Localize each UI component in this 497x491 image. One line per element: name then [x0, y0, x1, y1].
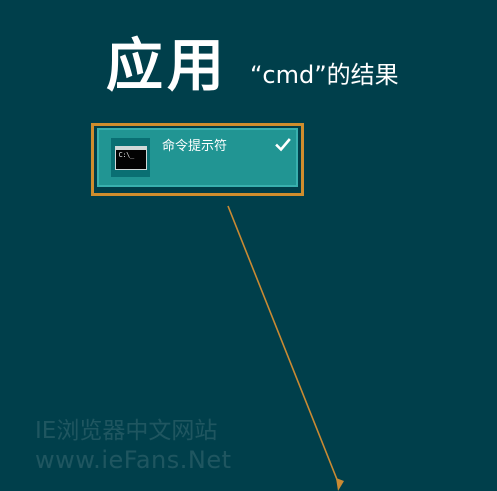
pointer-arrow-line — [227, 205, 339, 483]
watermark-url: www.ieFans.Net — [35, 445, 232, 474]
search-query-results-label: “cmd”的结果 — [250, 61, 399, 89]
command-prompt-icon: C:\_ — [111, 138, 150, 177]
apps-title: 应用 — [106, 33, 228, 99]
check-icon — [275, 138, 291, 152]
command-prompt-result-tile[interactable]: C:\_ 命令提示符 — [97, 128, 298, 187]
terminal-window-icon: C:\_ — [114, 145, 147, 170]
command-prompt-icon-text: C:\_ — [118, 150, 135, 159]
site-watermark: IE浏览器中文网站 www.ieFans.Net — [35, 418, 232, 474]
pointer-arrow-head — [336, 478, 344, 491]
command-prompt-label: 命令提示符 — [162, 139, 228, 154]
search-results-header: 应用 “cmd”的结果 — [106, 38, 399, 95]
watermark-site-name: IE浏览器中文网站 — [35, 418, 218, 444]
